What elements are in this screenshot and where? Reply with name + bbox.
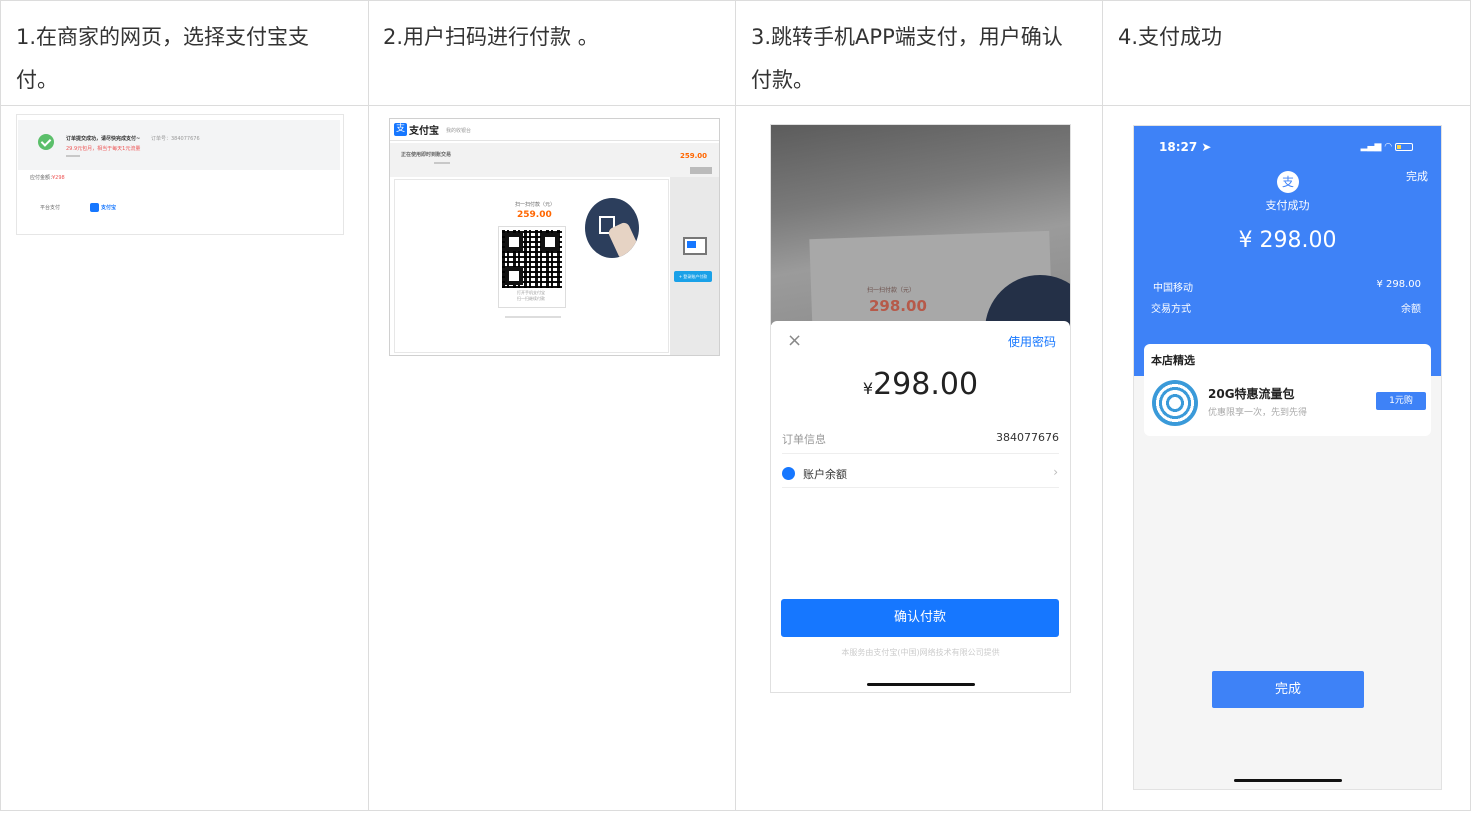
product-name: 20G特惠流量包 xyxy=(1208,387,1295,401)
order-subtext: 29.9元包月，相当于每天1元流量 xyxy=(66,146,141,152)
order-notice-text: 订单提交成功，请尽快完成支付~ xyxy=(66,136,141,142)
step-3-title-line2: 付款。 xyxy=(751,68,814,92)
wifi-icon: ◠ xyxy=(1384,142,1393,152)
pay-method-value: 余额 xyxy=(1401,304,1421,315)
photo-amount: 298.00 xyxy=(869,297,927,315)
signal-icon: ▂▄▆ xyxy=(1360,142,1382,152)
qr-code-box: 打开手机支付宝 扫一扫继续付款 xyxy=(498,226,566,308)
order-line: 正在使用即时到账交易 xyxy=(401,152,452,158)
buy-button[interactable]: 1元购 xyxy=(1376,392,1426,410)
qr-finder-icon xyxy=(505,233,523,251)
merchant-name: 中国移动 xyxy=(1153,283,1193,294)
payment-success-screenshot: 18:27 ➤ ▂▄▆ ◠ 完成 支 支付成功 ¥ 298.00 中国移动 ¥ … xyxy=(1133,125,1442,790)
paid-amount: ¥ 298.00 xyxy=(1238,228,1337,253)
qr-finder-icon xyxy=(541,233,559,251)
step-1-title-line2: 付。 xyxy=(16,68,58,92)
currency-symbol: ¥ xyxy=(862,379,874,398)
amount-value: ¥298 xyxy=(52,175,65,181)
step-4-title: 4.支付成功 xyxy=(1118,25,1223,49)
placeholder-line xyxy=(66,155,80,157)
product-desc: 优惠限享一次，先到先得 xyxy=(1208,408,1308,418)
payment-amount: ¥298.00 xyxy=(771,367,1070,402)
battery-icon xyxy=(1395,142,1413,151)
location-arrow-icon: ➤ xyxy=(1201,140,1212,154)
order-info-value: 384077676 xyxy=(996,431,1059,444)
payment-method-row[interactable]: 账户余额 xyxy=(803,466,847,482)
alipay-logo-icon[interactable] xyxy=(90,203,99,212)
recommend-card: 本店精选 20G特惠流量包 优惠限享一次，先到先得 1元购 xyxy=(1144,344,1431,436)
card-title: 本店精选 xyxy=(1151,354,1195,367)
close-icon[interactable]: × xyxy=(787,331,802,351)
cashier-topbar: 支 支付宝 我的收银台 xyxy=(390,119,719,141)
chevron-right-icon[interactable]: › xyxy=(1053,465,1058,479)
home-indicator xyxy=(867,683,975,686)
scan-amount: 259.00 xyxy=(517,210,552,220)
qr-finder-icon xyxy=(505,267,523,285)
column-divider xyxy=(368,0,369,811)
merchant-amount: ¥ 298.00 xyxy=(1376,279,1421,290)
login-account-pay-button[interactable]: + 登录账户付款 xyxy=(674,271,712,282)
column-divider xyxy=(1102,0,1103,811)
computer-icon xyxy=(683,237,707,255)
order-notice-bar xyxy=(18,120,340,170)
scan-label: 扫一扫付款（元） xyxy=(515,202,556,208)
row-divider xyxy=(782,453,1059,454)
alipay-option[interactable]: 支付宝 xyxy=(101,205,116,211)
alipay-brand: 支付宝 xyxy=(409,126,439,137)
pc-alipay-badge xyxy=(687,241,696,248)
balance-icon xyxy=(782,467,795,480)
home-indicator xyxy=(1234,779,1342,782)
step-4-header: 4.支付成功 xyxy=(1118,16,1222,59)
china-mobile-logo-icon xyxy=(1152,380,1198,426)
phone-scan-illustration xyxy=(585,198,639,258)
amount-value: 298.00 xyxy=(873,367,979,402)
payment-method-label: 平台支付 xyxy=(40,205,61,211)
header-divider xyxy=(0,105,1471,106)
success-header: 18:27 ➤ ▂▄▆ ◠ 完成 支 支付成功 ¥ 298.00 中国移动 ¥ … xyxy=(1134,126,1441,376)
merchant-page-content: 订单提交成功，请尽快完成支付~ 订单号：384077676 29.9元包月，相当… xyxy=(16,114,344,235)
step-1-title-line1: 1.在商家的网页，选择支付宝支 xyxy=(16,25,310,49)
column-divider xyxy=(735,0,736,811)
alipay-logo-icon: 支 xyxy=(394,123,407,136)
row-divider xyxy=(782,487,1059,488)
step-3-title-line1: 3.跳转手机APP端支付，用户确认 xyxy=(751,25,1063,49)
pay-method-label: 交易方式 xyxy=(1151,304,1191,315)
service-footer: 本服务由支付宝(中国)网络技术有限公司提供 xyxy=(841,648,1000,657)
success-check-icon xyxy=(38,134,54,150)
order-info-label: 订单信息 xyxy=(782,433,826,446)
order-number: 订单号：384077676 xyxy=(151,136,200,142)
scan-area: 扫一扫付款（元） 259.00 打开手机支付宝 扫一扫继续付款 xyxy=(394,179,669,353)
confirm-sheet: × 使用密码 ¥298.00 订单信息 384077676 账户余额 › 确认付… xyxy=(771,321,1070,692)
order-amount: 259.00 xyxy=(680,152,708,160)
photo-scan-label: 扫一扫付款（元） xyxy=(867,287,916,294)
status-time: 18:27 ➤ xyxy=(1159,140,1211,154)
success-text: 支付成功 xyxy=(1265,199,1310,212)
status-icons: ▂▄▆ ◠ xyxy=(1361,142,1413,152)
step-2-header: 2.用户扫码进行付款 。 xyxy=(383,16,599,59)
order-band: 正在使用即时到账交易 259.00 xyxy=(390,143,719,177)
alipay-cashier-screenshot: 支 支付宝 我的收银台 正在使用即时到账交易 259.00 扫一扫付款（元） 2… xyxy=(389,118,720,356)
order-detail-button[interactable] xyxy=(690,167,712,174)
cashier-subtitle: 我的收银台 xyxy=(446,128,472,134)
placeholder-line xyxy=(505,316,561,318)
use-password-link[interactable]: 使用密码 xyxy=(1008,333,1056,350)
alipay-logo-icon: 支 xyxy=(1277,171,1299,193)
background-photo: 扫一扫付款（元） 298.00 xyxy=(771,125,1070,385)
cashier-sidebar: + 登录账户付款 xyxy=(670,177,719,355)
confirm-payment-button[interactable]: 确认付款 xyxy=(781,599,1059,637)
qr-hint: 扫一扫继续付款 xyxy=(517,296,545,301)
placeholder-line xyxy=(434,162,450,164)
done-button[interactable]: 完成 xyxy=(1212,671,1364,708)
clock-text: 18:27 xyxy=(1159,140,1198,154)
mobile-confirm-screenshot: 扫一扫付款（元） 298.00 × 使用密码 ¥298.00 订单信息 3840… xyxy=(770,124,1071,693)
step-1-header: 1.在商家的网页，选择支付宝支 付。 xyxy=(16,16,309,102)
done-top-button[interactable]: 完成 xyxy=(1406,168,1428,184)
step-3-header: 3.跳转手机APP端支付，用户确认 付款。 xyxy=(751,16,1063,102)
step-2-title: 2.用户扫码进行付款 。 xyxy=(383,25,599,49)
